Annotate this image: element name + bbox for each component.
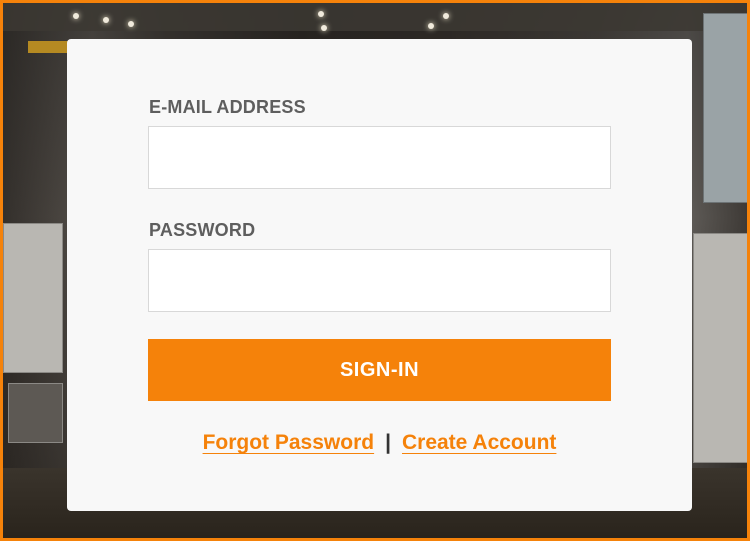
password-field[interactable]	[148, 249, 611, 312]
account-links: Forgot Password | Create Account	[67, 431, 692, 455]
login-screen: E-MAIL ADDRESS PASSWORD SIGN-IN Forgot P…	[0, 0, 750, 541]
create-account-link[interactable]: Create Account	[402, 431, 556, 454]
sign-in-button[interactable]: SIGN-IN	[148, 339, 611, 401]
forgot-password-link[interactable]: Forgot Password	[203, 431, 375, 454]
login-card: E-MAIL ADDRESS PASSWORD SIGN-IN Forgot P…	[67, 39, 692, 511]
link-separator: |	[385, 431, 391, 454]
email-field[interactable]	[148, 126, 611, 189]
email-label: E-MAIL ADDRESS	[149, 97, 306, 117]
password-label: PASSWORD	[149, 220, 256, 240]
